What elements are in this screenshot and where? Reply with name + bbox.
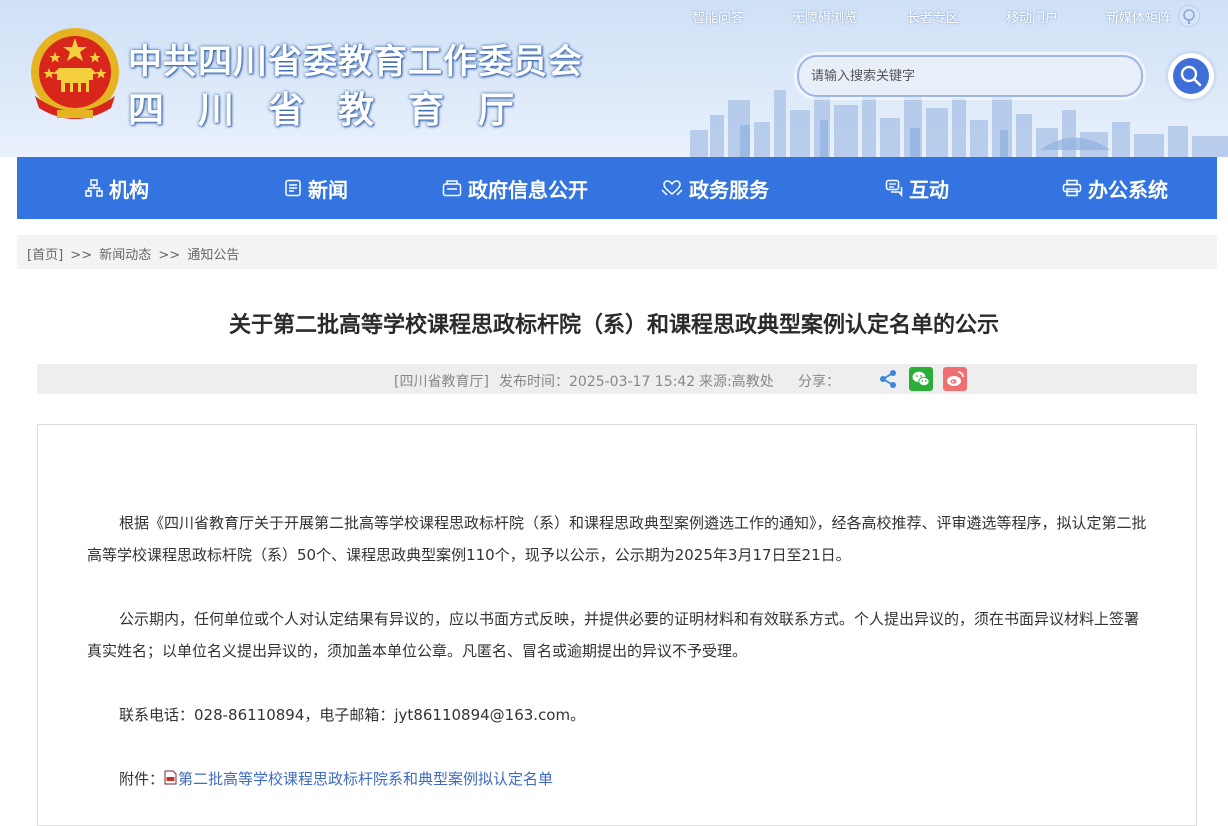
- breadcrumb-separator: >>: [158, 248, 181, 263]
- breadcrumb-separator: >>: [70, 248, 93, 263]
- top-link-smart-qa[interactable]: 智能问答: [692, 7, 744, 26]
- nav-label-interaction: 互动: [909, 177, 949, 202]
- newspaper-icon: [285, 179, 301, 197]
- search-icon: [1180, 65, 1202, 87]
- search-input[interactable]: [809, 64, 1133, 88]
- chat-icon: [885, 179, 903, 197]
- main-nav: 机构 新闻 政府信息公开 政务服务 互动 办公系统: [17, 157, 1217, 219]
- article-paragraph: 根据《四川省教育厅关于开展第二批高等学校课程思政标杆院（系）和课程思政典型案例遴…: [87, 514, 1147, 564]
- printer-icon: [1062, 179, 1082, 197]
- nav-item-gov-services[interactable]: 政务服务: [661, 157, 769, 219]
- pdf-file-icon: [164, 770, 177, 785]
- article-meta-bar: [四川省教育厅] 发布时间：2025-03-17 15:42 来源:高教处 分享…: [37, 364, 1197, 394]
- national-emblem-logo: [31, 28, 119, 119]
- org-title: 中共四川省委教育工作委员会: [128, 42, 583, 82]
- search-box: [797, 55, 1143, 97]
- meta-publisher: [四川省教育厅]: [394, 374, 489, 390]
- nav-label-gov-services: 政务服务: [689, 177, 769, 202]
- meta-share-label: 分享：: [798, 374, 840, 390]
- wechat-icon[interactable]: [909, 367, 933, 391]
- nav-item-news[interactable]: 新闻: [284, 157, 348, 219]
- nav-item-organization[interactable]: 机构: [85, 157, 149, 219]
- site-header: 智能问答 无障碍浏览 长者专区 移动门户 新媒体矩阵 中共四川省委教育工作委员会…: [0, 0, 1228, 157]
- breadcrumb-news[interactable]: 新闻动态: [99, 248, 151, 263]
- attachment-row: 附件： 第二批高等学校课程思政标杆院系和典型案例拟认定名单: [87, 763, 1149, 795]
- nav-item-interaction[interactable]: 互动: [885, 157, 949, 219]
- article-paragraph: 公示期内，任何单位或个人对认定结果有异议的，应以书面方式反映，并提供必要的证明材…: [87, 610, 1140, 660]
- article-title: 关于第二批高等学校课程思政标杆院（系）和课程思政典型案例认定名单的公示: [228, 313, 999, 338]
- attachment-label: 附件：: [119, 770, 165, 788]
- org-chart-icon: [85, 179, 103, 197]
- breadcrumb-home[interactable]: [首页]: [27, 248, 63, 263]
- top-link-accessibility[interactable]: 无障碍浏览: [792, 7, 857, 26]
- nav-item-office-system[interactable]: 办公系统: [1062, 157, 1168, 219]
- weibo-icon[interactable]: [943, 367, 967, 391]
- top-link-new-media[interactable]: 新媒体矩阵: [1106, 7, 1171, 26]
- nav-label-news: 新闻: [308, 177, 348, 202]
- meta-source: 来源:高教处: [699, 374, 774, 390]
- attachment-link[interactable]: 第二批高等学校课程思政标杆院系和典型案例拟认定名单: [178, 770, 553, 788]
- new-media-icon[interactable]: [1178, 5, 1200, 27]
- top-links: 智能问答 无障碍浏览 长者专区 移动门户 新媒体矩阵: [0, 7, 1228, 29]
- heart-hands-icon: [661, 180, 683, 196]
- share-icon[interactable]: [876, 367, 900, 391]
- breadcrumb-notices[interactable]: 通知公告: [187, 248, 239, 263]
- search-button[interactable]: [1168, 53, 1214, 99]
- meta-publish-time: 发布时间：2025-03-17 15:42: [499, 374, 696, 390]
- info-disclosure-icon: [442, 180, 462, 197]
- article-paragraph: 联系电话：028-86110894，电子邮箱：jyt86110894@163.c…: [119, 706, 586, 724]
- nav-item-info-disclosure[interactable]: 政府信息公开: [442, 157, 588, 219]
- nav-label-info-disclosure: 政府信息公开: [468, 177, 588, 202]
- top-link-mobile[interactable]: 移动门户: [1006, 7, 1058, 26]
- org-subtitle: 四川省教育厅: [128, 90, 549, 131]
- breadcrumb: [首页] >> 新闻动态 >> 通知公告: [17, 235, 1217, 269]
- nav-label-organization: 机构: [109, 177, 149, 202]
- top-link-elderly[interactable]: 长者专区: [907, 7, 959, 26]
- search-button-circle: [1173, 58, 1209, 94]
- nav-label-office-system: 办公系统: [1088, 177, 1168, 202]
